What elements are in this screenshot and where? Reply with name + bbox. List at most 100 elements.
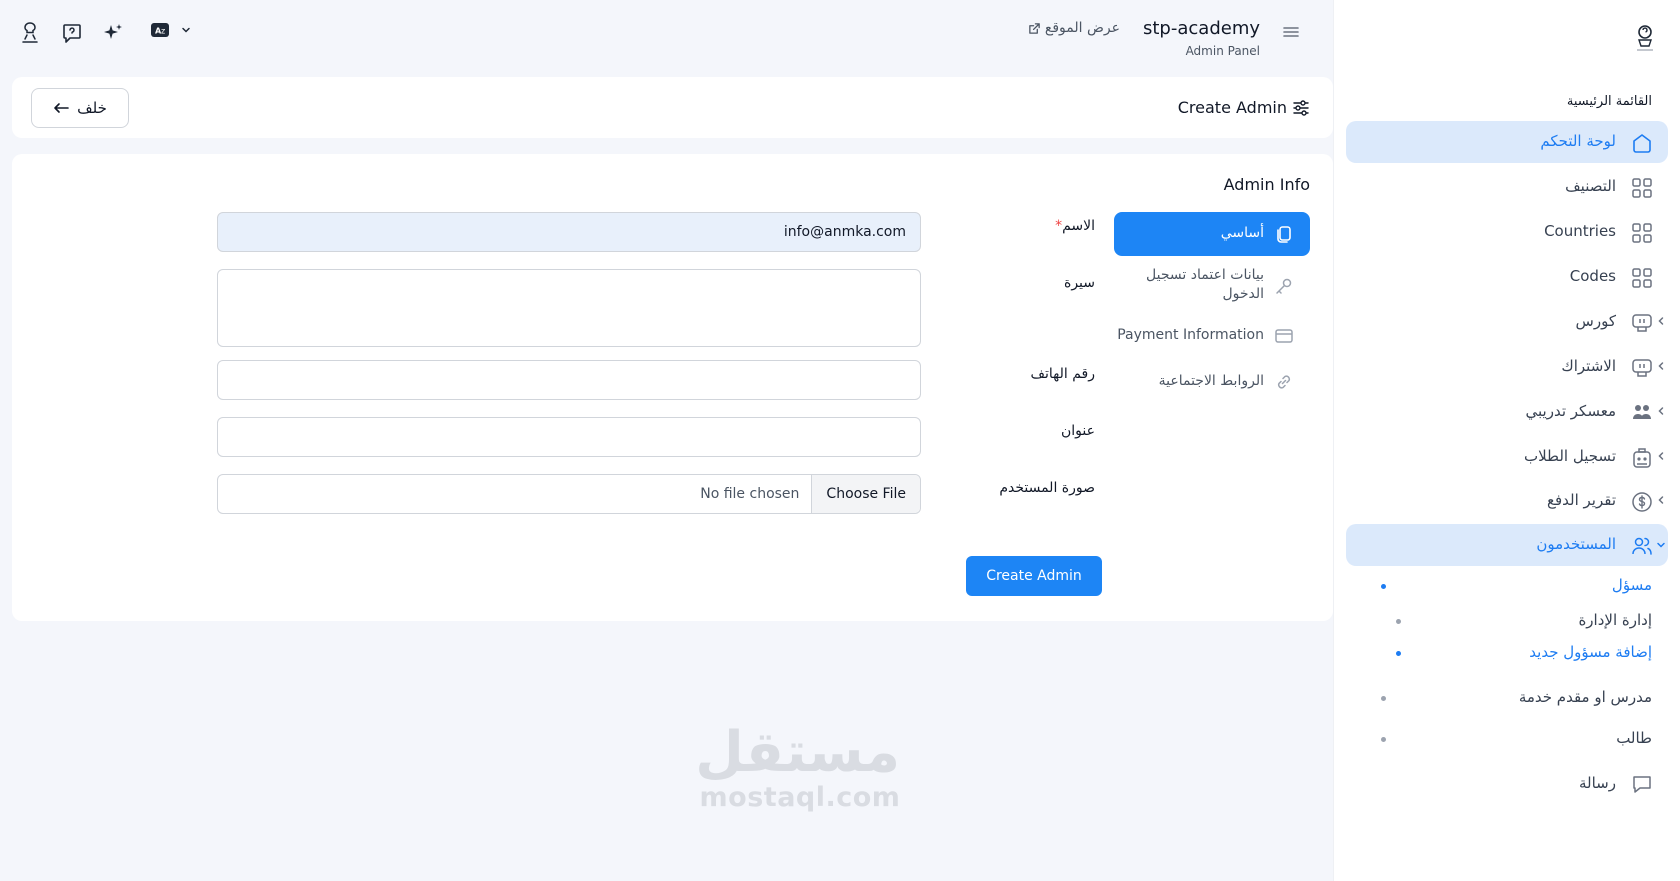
language-selector[interactable]: Az	[150, 22, 192, 38]
sidebar-item-course[interactable]: كورس	[1346, 301, 1668, 343]
sidebar-section-title: القائمة الرئيسية	[1566, 94, 1652, 109]
external-link-icon	[1028, 22, 1041, 35]
app-title: stp-academy	[1143, 18, 1260, 39]
tab-basic-label: أساسي	[1220, 225, 1264, 241]
back-button[interactable]: خلف	[31, 88, 129, 128]
grid-icon	[1630, 266, 1654, 290]
tab-social-label: الروابط الاجتماعية	[1158, 373, 1264, 389]
sidebar-item-payment-report[interactable]: تقرير الدفع	[1346, 480, 1668, 522]
academy-logo	[1628, 20, 1662, 54]
choose-file-button[interactable]: Choose File	[811, 475, 920, 513]
back-button-label: خلف	[77, 99, 107, 117]
chevron-left-icon	[1658, 407, 1664, 415]
tab-login-credentials[interactable]: بيانات اعتماد تسجيل الدخول	[1114, 264, 1310, 308]
sidebar-item-label: لوحة التحكم	[1540, 132, 1616, 150]
menu-toggle-icon[interactable]	[1282, 24, 1300, 40]
sidebar-subitem-teacher[interactable]: مدرس او مقدم خدمة	[1519, 688, 1652, 706]
tab-payment-label: Payment Information	[1117, 327, 1264, 343]
chevron-left-icon	[1658, 452, 1664, 460]
sidebar-item-bootcamp[interactable]: معسكر تدريبي	[1346, 391, 1668, 433]
sidebar-item-label: Countries	[1544, 222, 1616, 240]
view-site-link[interactable]: عرض الموقع	[1028, 20, 1120, 36]
sidebar-item-countries[interactable]: Countries	[1346, 211, 1668, 253]
sidebar-item-label: الاشتراك	[1561, 357, 1616, 375]
subscription-icon	[1630, 356, 1654, 380]
chevron-down-icon	[1657, 542, 1665, 548]
users-icon	[1630, 534, 1654, 558]
bullet-dot	[1381, 696, 1386, 701]
name-input[interactable]	[217, 212, 921, 252]
chevron-left-icon	[1658, 496, 1664, 504]
tab-payment-information[interactable]: Payment Information	[1114, 324, 1310, 348]
sidebar-item-label: معسكر تدريبي	[1525, 402, 1616, 420]
tab-login-label: بيانات اعتماد تسجيل الدخول	[1146, 267, 1264, 302]
bio-label: سيرة	[1063, 275, 1095, 291]
grid-icon	[1630, 221, 1654, 245]
sidebar-subitem-manage-admins[interactable]: إدارة الإدارة	[1578, 611, 1652, 629]
page-header-card: Create Admin خلف	[12, 77, 1333, 138]
students-icon	[1630, 446, 1654, 470]
phone-label: رقم الهاتف	[1030, 366, 1095, 382]
sidebar: القائمة الرئيسية لوحة التحكم التصنيف Cou…	[1333, 0, 1680, 881]
course-icon	[1630, 311, 1654, 335]
user-avatar-icon[interactable]	[18, 20, 42, 46]
dollar-icon	[1630, 490, 1654, 514]
bullet-dot	[1381, 584, 1386, 589]
create-admin-button[interactable]: Create Admin	[966, 556, 1102, 596]
phone-input[interactable]	[217, 360, 921, 400]
help-chat-icon[interactable]	[61, 22, 83, 44]
sidebar-item-label: التصنيف	[1565, 177, 1616, 195]
link-icon	[1274, 372, 1294, 392]
section-title: Admin Info	[1223, 175, 1310, 194]
bio-textarea[interactable]	[217, 269, 921, 347]
app-subtitle: Admin Panel	[1185, 44, 1260, 58]
copy-icon	[1274, 224, 1294, 244]
sparkles-icon[interactable]	[102, 22, 124, 44]
bullet-dot	[1396, 619, 1401, 624]
watermark-arabic: مستقل	[695, 720, 900, 785]
sidebar-item-dashboard[interactable]: لوحة التحكم	[1346, 121, 1668, 163]
bullet-dot	[1396, 651, 1401, 656]
chevron-left-icon	[1658, 362, 1664, 370]
file-status-text: No file chosen	[700, 486, 800, 502]
chevron-left-icon	[1658, 317, 1664, 325]
grid-icon	[1630, 176, 1654, 200]
address-label: عنوان	[1061, 423, 1095, 439]
sidebar-item-label: تسجيل الطلاب	[1523, 447, 1616, 465]
key-icon	[1274, 276, 1294, 296]
photo-file-input[interactable]: No file chosen Choose File	[217, 474, 921, 514]
group-icon	[1630, 401, 1654, 425]
home-icon	[1630, 131, 1654, 155]
sidebar-subitem-admin[interactable]: مسؤل	[1612, 576, 1652, 594]
sidebar-item-messages[interactable]: رسالة	[1346, 763, 1668, 805]
photo-label: صورة المستخدم	[999, 480, 1095, 496]
name-label-text: الاسم	[1062, 218, 1095, 234]
tab-basic[interactable]: أساسي	[1114, 212, 1310, 256]
address-input[interactable]	[217, 417, 921, 457]
sidebar-item-subscription[interactable]: الاشتراك	[1346, 346, 1668, 388]
sidebar-item-label: تقرير الدفع	[1546, 491, 1616, 509]
sidebar-subitem-student[interactable]: طالب	[1616, 729, 1652, 747]
name-label: الاسم*	[1055, 218, 1095, 234]
view-site-label: عرض الموقع	[1044, 20, 1120, 36]
sidebar-item-label: رسالة	[1579, 774, 1616, 792]
arrow-left-icon	[53, 102, 69, 114]
sidebar-item-users[interactable]: المستخدمون	[1346, 524, 1668, 566]
sidebar-subitem-add-admin[interactable]: إضافة مسؤول جديد	[1529, 643, 1652, 661]
message-icon	[1630, 773, 1654, 797]
sliders-icon	[1292, 99, 1310, 117]
top-header: stp-academy Admin Panel عرض الموقع Az	[0, 0, 1333, 66]
card-icon	[1274, 326, 1294, 346]
page-title: Create Admin	[1177, 98, 1287, 117]
svg-text:z: z	[161, 27, 165, 36]
watermark-latin: mostaql.com	[699, 782, 901, 813]
chevron-down-icon	[180, 24, 192, 36]
tab-social-links[interactable]: الروابط الاجتماعية	[1114, 370, 1310, 394]
sidebar-item-label: Codes	[1569, 267, 1616, 285]
sidebar-item-codes[interactable]: Codes	[1346, 256, 1668, 298]
sidebar-item-student-enrollment[interactable]: تسجيل الطلاب	[1346, 436, 1668, 478]
sidebar-item-categories[interactable]: التصنيف	[1346, 166, 1668, 208]
sidebar-item-label: كورس	[1575, 312, 1616, 330]
bullet-dot	[1381, 737, 1386, 742]
translate-icon: Az	[150, 22, 170, 38]
